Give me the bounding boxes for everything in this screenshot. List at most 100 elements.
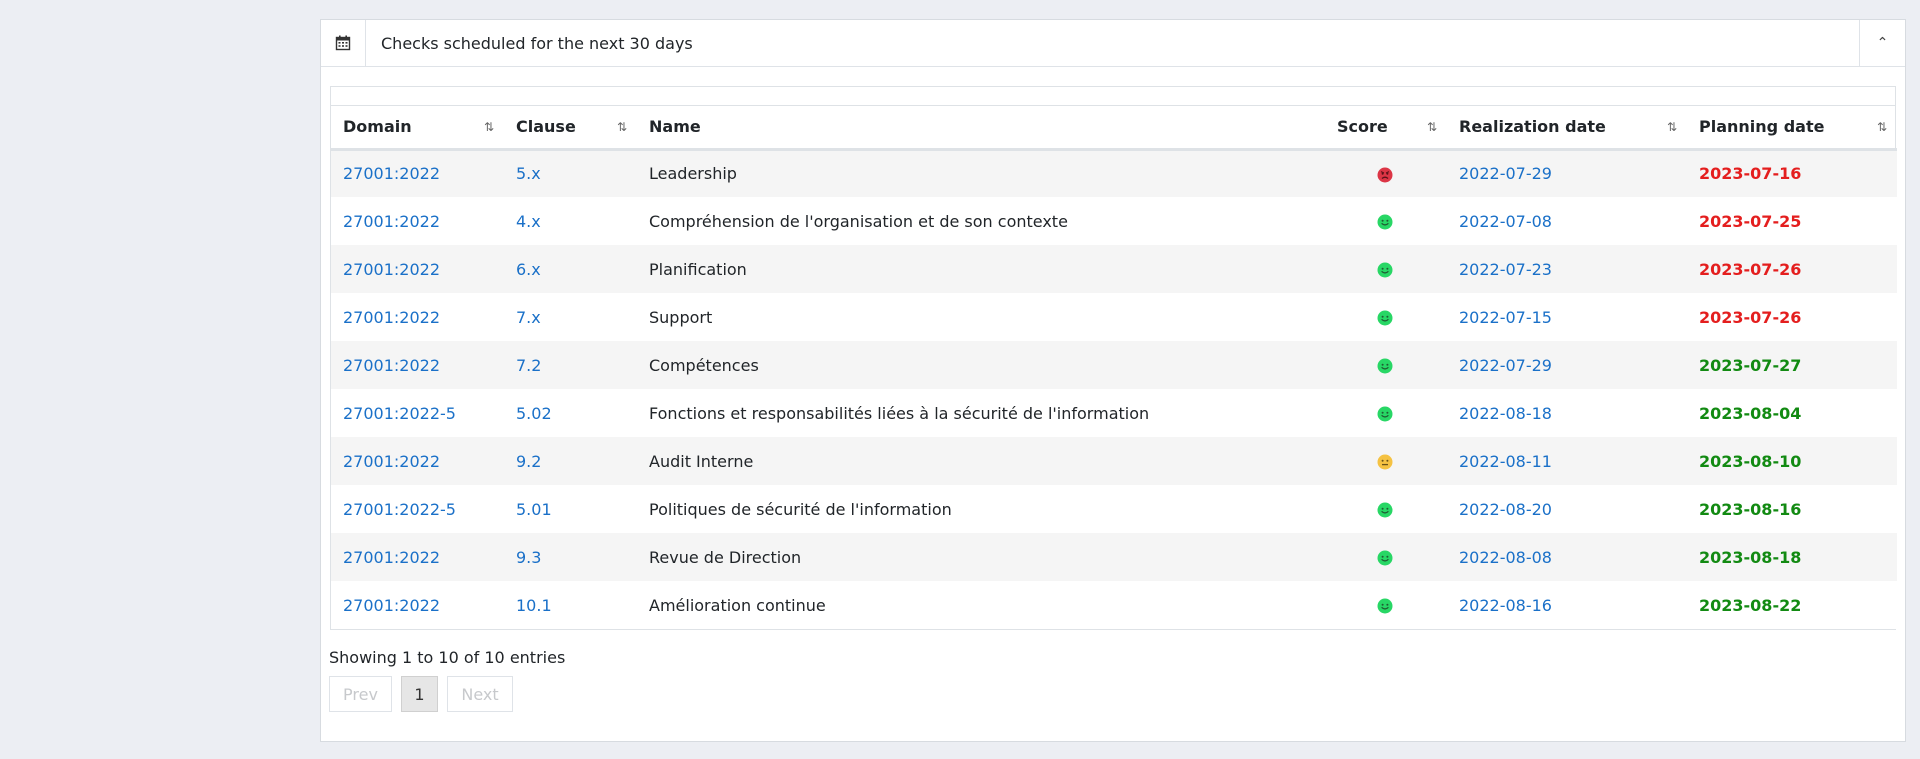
collapse-button[interactable]: ⌃ [1859,20,1905,66]
planning-date: 2023-07-25 [1699,211,1802,231]
realization-date-link[interactable]: 2022-08-18 [1459,404,1552,423]
realization-date-link-cell: 2022-07-23 [1447,245,1687,293]
clause-link[interactable]: 9.2 [516,452,541,471]
next-button[interactable]: Next [447,676,513,712]
planning-date: 2023-08-22 [1699,595,1802,615]
sort-icon[interactable]: ⇅ [617,120,627,134]
smiley-happy-icon [1377,406,1393,422]
check-name: Leadership [649,164,737,184]
smiley-angry-icon [1377,167,1393,183]
planning-date: 2023-08-10 [1699,451,1802,471]
prev-button[interactable]: Prev [329,676,392,712]
column-label: Score [1337,117,1388,137]
realization-date-link[interactable]: 2022-07-29 [1459,164,1552,183]
clause-link[interactable]: 7.x [516,308,541,327]
realization-date-link[interactable]: 2022-08-20 [1459,500,1552,519]
clause-link-cell: 7.2 [504,341,637,389]
clause-link-cell: 6.x [504,245,637,293]
domain-link[interactable]: 27001:2022 [343,452,440,471]
domain-link[interactable]: 27001:2022-5 [343,500,456,519]
domain-link-cell: 27001:2022 [331,293,504,341]
column-header-name[interactable]: Name [637,106,1325,151]
check-name: Revue de Direction [649,547,802,567]
sort-icon[interactable]: ⇅ [1877,120,1887,134]
realization-date-link[interactable]: 2022-08-11 [1459,452,1552,471]
chevron-up-icon: ⌃ [1876,35,1889,51]
smiley-happy-icon [1377,262,1393,278]
realization-date-link[interactable]: 2022-07-15 [1459,308,1552,327]
column-header-realization[interactable]: Realization date ⇅ [1447,106,1687,151]
sort-icon[interactable]: ⇅ [1667,120,1677,134]
realization-date-link[interactable]: 2022-08-16 [1459,596,1552,615]
clause-link[interactable]: 5.01 [516,500,552,519]
planning-date: 2023-08-18 [1699,547,1802,567]
panel-title: Checks scheduled for the next 30 days [381,33,693,53]
score-cell [1325,437,1447,485]
entries-info: Showing 1 to 10 of 10 entries [329,648,566,667]
table-header-row: Domain ⇅ Clause ⇅ Name Score ⇅ Realization date… [331,106,1897,151]
page-1-button[interactable]: 1 [401,676,438,712]
planning-date: 2023-07-27 [1699,355,1802,375]
check-name-cell: Amélioration continue [637,581,1325,629]
score-cell [1325,341,1447,389]
clause-link-cell: 7.x [504,293,637,341]
column-header-clause[interactable]: Clause ⇅ [504,106,637,151]
smiley-happy-icon [1377,502,1393,518]
realization-date-link-cell: 2022-08-11 [1447,437,1687,485]
domain-link[interactable]: 27001:2022 [343,164,440,183]
smiley-happy-icon [1377,550,1393,566]
check-name: Planification [649,259,747,279]
smiley-happy-icon [1377,214,1393,230]
clause-link[interactable]: 5.02 [516,404,552,423]
column-label: Planning date [1699,117,1825,137]
clause-link[interactable]: 6.x [516,260,541,279]
domain-link[interactable]: 27001:2022 [343,548,440,567]
sort-icon[interactable]: ⇅ [484,120,494,134]
domain-link-cell: 27001:2022 [331,437,504,485]
column-header-score[interactable]: Score ⇅ [1325,106,1447,151]
clause-link[interactable]: 9.3 [516,548,541,567]
clause-link[interactable]: 4.x [516,212,541,231]
clause-link[interactable]: 5.x [516,164,541,183]
domain-link-cell: 27001:2022-5 [331,485,504,533]
realization-date-link-cell: 2022-07-15 [1447,293,1687,341]
sort-icon[interactable]: ⇅ [1427,120,1437,134]
check-name: Politiques de sécurité de l'information [649,499,952,519]
clause-link-cell: 9.3 [504,533,637,581]
table-body: 27001:2022 5.x Leadership 2022-07-29 2023-07… [331,149,1897,629]
realization-date-link[interactable]: 2022-08-08 [1459,548,1552,567]
score-cell [1325,533,1447,581]
realization-date-link[interactable]: 2022-07-08 [1459,212,1552,231]
column-header-domain[interactable]: Domain ⇅ [331,106,504,151]
table-row: 27001:2022 9.3 Revue de Direction 2022-08-0… [331,533,1897,581]
realization-date-link[interactable]: 2022-07-23 [1459,260,1552,279]
check-name-cell: Compétences [637,341,1325,389]
check-name-cell: Fonctions et responsabilités liées à la … [637,389,1325,437]
score-cell [1325,581,1447,629]
domain-link[interactable]: 27001:2022 [343,308,440,327]
domain-link[interactable]: 27001:2022 [343,260,440,279]
domain-link[interactable]: 27001:2022 [343,356,440,375]
column-header-planning[interactable]: Planning date ⇅ [1687,106,1897,151]
planning-date-cell: 2023-08-22 [1687,581,1897,629]
score-cell [1325,485,1447,533]
smiley-happy-icon [1377,310,1393,326]
planning-date-cell: 2023-08-04 [1687,389,1897,437]
clause-link-cell: 5.x [504,149,637,197]
domain-link-cell: 27001:2022 [331,533,504,581]
check-name-cell: Planification [637,245,1325,293]
planning-date-cell: 2023-07-26 [1687,293,1897,341]
domain-link[interactable]: 27001:2022 [343,596,440,615]
check-name-cell: Leadership [637,149,1325,197]
check-name-cell: Support [637,293,1325,341]
smiley-neutral-icon [1377,454,1393,470]
table-row: 27001:2022 9.2 Audit Interne 2022-08-11 2023… [331,437,1897,485]
clause-link[interactable]: 7.2 [516,356,541,375]
domain-link[interactable]: 27001:2022-5 [343,404,456,423]
realization-date-link[interactable]: 2022-07-29 [1459,356,1552,375]
domain-link[interactable]: 27001:2022 [343,212,440,231]
score-cell [1325,389,1447,437]
planning-date-cell: 2023-07-27 [1687,341,1897,389]
clause-link[interactable]: 10.1 [516,596,552,615]
check-name-cell: Audit Interne [637,437,1325,485]
